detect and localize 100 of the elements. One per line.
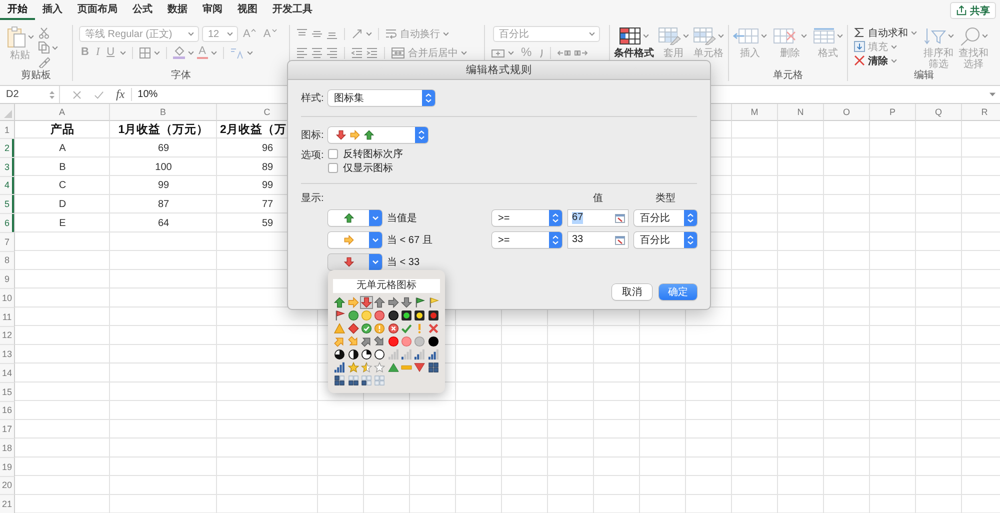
merge-center-button[interactable]: 合并后居中 — [391, 46, 467, 60]
cross-circle-icon[interactable] — [388, 323, 399, 334]
type-dropdown[interactable]: 百分比 — [634, 210, 697, 226]
paintbrush-icon[interactable] — [38, 56, 50, 68]
function-button[interactable]: fx — [116, 88, 132, 101]
pie-icon[interactable] — [348, 349, 359, 360]
comma-icon[interactable] — [538, 46, 544, 58]
row-header[interactable]: 17 — [0, 420, 15, 439]
column-header[interactable]: B — [110, 104, 217, 121]
box-grid-icon[interactable] — [348, 375, 359, 386]
traffic-light-icon[interactable] — [414, 310, 426, 321]
row-header[interactable]: 6 — [0, 214, 15, 233]
up-arrow-icon[interactable] — [334, 297, 346, 308]
bold-button[interactable]: B — [79, 46, 91, 59]
row-header[interactable]: 16 — [0, 402, 15, 420]
signal-bars-icon[interactable] — [401, 349, 412, 360]
column-header[interactable]: Q — [916, 104, 962, 121]
icon-set-dropdown[interactable] — [328, 127, 428, 143]
signal-bars-icon[interactable] — [414, 349, 426, 360]
ribbon-tab[interactable]: 开发工具 — [265, 0, 320, 20]
warning-triangle-icon[interactable] — [334, 323, 346, 334]
check-circle-icon[interactable] — [360, 323, 372, 334]
column-header[interactable]: N — [778, 104, 824, 121]
underline-button[interactable]: U — [104, 46, 117, 59]
row-header[interactable]: 7 — [0, 232, 15, 252]
name-box[interactable]: D2 — [0, 86, 60, 103]
flag-icon[interactable] — [414, 297, 426, 308]
paste-button[interactable]: 粘贴 — [6, 26, 34, 61]
align-center-icon[interactable] — [311, 46, 323, 58]
pie-icon[interactable] — [334, 349, 346, 360]
signal-bars-icon[interactable] — [428, 349, 439, 360]
font-size-dropdown[interactable]: 12 — [202, 26, 238, 42]
share-button[interactable]: 共享 — [950, 2, 996, 19]
row-header[interactable]: 8 — [0, 252, 15, 270]
align-left-icon[interactable] — [296, 46, 308, 58]
row-header[interactable]: 9 — [0, 270, 15, 289]
shrink-font-button[interactable]: A — [261, 28, 279, 40]
checkbox[interactable] — [328, 163, 338, 173]
operator-dropdown[interactable]: >= — [492, 232, 562, 248]
row-header[interactable]: 10 — [0, 289, 15, 308]
font-color-button[interactable]: A — [196, 46, 208, 59]
checkbox[interactable] — [328, 149, 338, 159]
clear-button[interactable]: 清除 — [854, 54, 917, 67]
down-arrow-icon[interactable] — [401, 297, 412, 308]
percent-button[interactable]: % — [519, 46, 534, 59]
flag-icon[interactable] — [428, 297, 439, 308]
row-header[interactable]: 11 — [0, 308, 15, 326]
row-header[interactable]: 4 — [0, 176, 15, 196]
icon-dropdown[interactable] — [328, 232, 382, 248]
wrap-text-button[interactable]: 自动换行 — [385, 27, 449, 41]
type-dropdown[interactable]: 百分比 — [634, 232, 697, 248]
indent-increase-icon[interactable] — [366, 46, 378, 58]
traffic-light-icon[interactable] — [428, 310, 439, 321]
row-header[interactable]: 19 — [0, 458, 15, 476]
ribbon-tab[interactable]: 插入 — [35, 0, 70, 20]
column-header[interactable]: P — [870, 104, 916, 121]
circle-icon[interactable] — [388, 310, 399, 321]
indent-decrease-icon[interactable] — [351, 46, 363, 58]
row-header[interactable]: 21 — [0, 495, 15, 513]
dialog-button[interactable]: 确定 — [659, 284, 697, 300]
pie-icon[interactable] — [360, 349, 372, 360]
ribbon-tab[interactable]: 审阅 — [195, 0, 230, 20]
box-grid-icon[interactable] — [334, 375, 346, 386]
italic-button[interactable]: I — [94, 46, 102, 59]
banknote-icon[interactable] — [491, 46, 505, 58]
row-header[interactable]: 5 — [0, 195, 15, 214]
phonetic-guide-icon[interactable] — [230, 46, 244, 58]
dialog-button[interactable]: 取消 — [612, 284, 652, 300]
box-grid-icon[interactable] — [428, 362, 439, 373]
diagonal-arrow-icon[interactable] — [374, 336, 386, 347]
number-format-dropdown[interactable]: 百分比 — [493, 26, 600, 42]
conditional-formatting-button[interactable]: 条件格式 — [614, 26, 654, 59]
diamond-icon[interactable] — [348, 323, 359, 334]
signal-bars-icon[interactable] — [334, 362, 346, 373]
ribbon-tab[interactable]: 公式 — [125, 0, 160, 20]
row-header[interactable]: 13 — [0, 345, 15, 364]
ribbon-tab[interactable]: 视图 — [230, 0, 265, 20]
triangle-down-icon[interactable] — [414, 362, 426, 373]
up-arrow-icon[interactable] — [374, 297, 386, 308]
column-header[interactable]: A — [15, 104, 110, 121]
down-arrow-icon[interactable] — [360, 296, 373, 309]
check-icon[interactable] — [401, 323, 412, 334]
row-header[interactable]: 18 — [0, 439, 15, 458]
row-header[interactable]: 1 — [0, 121, 15, 139]
style-dropdown[interactable]: 图标集 — [328, 90, 435, 106]
circle-icon[interactable] — [428, 336, 439, 347]
font-dropdown[interactable]: 等线 Regular (正文) — [79, 26, 199, 42]
column-header[interactable]: R — [962, 104, 1000, 121]
value-field[interactable]: 33 — [568, 232, 628, 248]
grow-font-button[interactable]: A — [241, 28, 258, 40]
ribbon-tab[interactable]: 数据 — [160, 0, 195, 20]
pages-icon[interactable] — [38, 41, 50, 54]
align-middle-icon[interactable] — [311, 28, 323, 40]
value-field[interactable]: 67 — [568, 210, 628, 226]
cross-icon[interactable] — [72, 90, 82, 100]
icon-dropdown[interactable] — [328, 210, 382, 226]
row-header[interactable]: 14 — [0, 364, 15, 383]
grid-border-icon[interactable] — [138, 46, 151, 58]
row-header[interactable]: 15 — [0, 382, 15, 402]
caret-icon[interactable] — [989, 92, 996, 97]
